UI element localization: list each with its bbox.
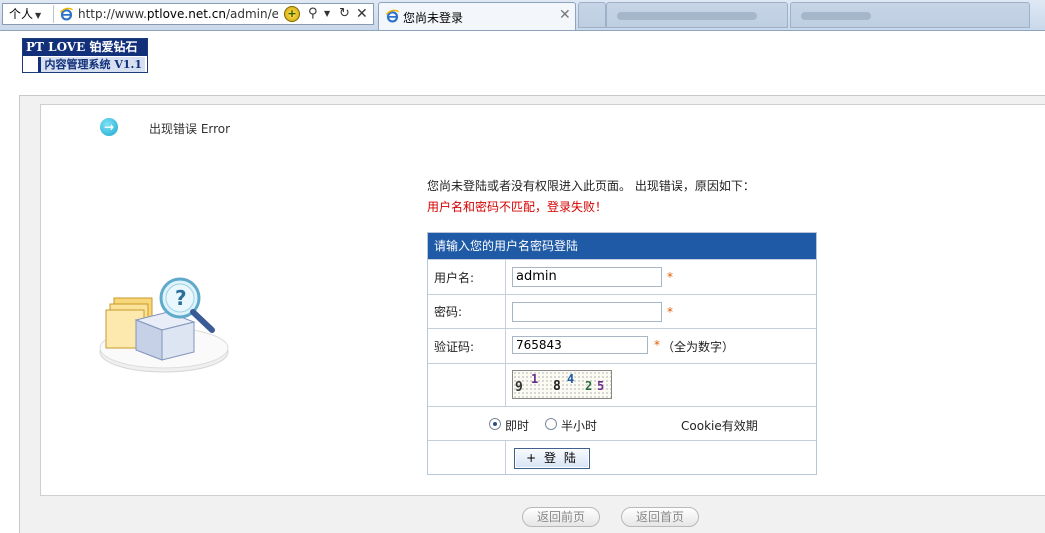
addon-icon[interactable]: + [284,6,300,22]
required-mark: * [654,338,660,352]
tab-inactive[interactable] [578,2,606,28]
persona-menu[interactable]: 个人 ▼ [5,6,45,22]
tab-inactive[interactable] [790,2,1030,28]
chevron-down-icon: ▼ [35,11,42,20]
login-button[interactable]: + 登 陆 [514,448,590,469]
username-row: 用户名: admin * [428,259,816,294]
captcha-digit: 8 [553,379,561,394]
captcha-image-label-cell [428,364,506,406]
tab-blurred-title [801,12,871,20]
tab-blurred-title [617,12,757,20]
captcha-digit: 5 [597,379,605,393]
site-logo: PT LOVE 铂爱钻石 内容管理系统 V1.1 [22,38,148,73]
arrow-right-icon: → [100,118,118,136]
captcha-row: 验证码: 765843 * （全为数字） [428,328,816,363]
error-reason: 用户名和密码不匹配，登录失败！ [427,200,608,214]
address-separator [53,5,54,23]
tab-active[interactable]: 您尚未登录 ✕ [378,2,576,30]
back-button[interactable]: 返回前页 [522,507,600,527]
password-label: 密码: [428,295,506,328]
radio-now-label: 即时 [505,419,530,433]
captcha-hint: （全为数字） [662,340,735,354]
refresh-icon[interactable]: ↻ [339,5,350,23]
login-header: 请输入您的用户名密码登陆 [428,233,816,259]
url-text[interactable]: http://www.ptlove.net.cn/admin/err [78,6,278,22]
captcha-input[interactable]: 765843 [512,336,648,354]
home-button[interactable]: 返回首页 [621,507,699,527]
captcha-digit: 4 [567,372,575,386]
tab-title: 您尚未登录 [403,11,464,25]
logo-line-1: PT LOVE 铂爱钻石 [23,39,147,56]
captcha-digit: 1 [531,372,539,386]
captcha-image-row: 9 1 8 4 2 5 [428,363,816,406]
cookie-expiry-label: Cookie有效期 [681,419,758,433]
address-bar[interactable]: 个人▼ http://www.ptlove.net.cn/admin/err +… [2,3,374,25]
required-mark: * [667,270,673,284]
tab-inactive[interactable] [606,2,788,28]
username-label: 用户名: [428,260,506,294]
captcha-digit: 2 [585,379,593,393]
error-message: 您尚未登陆或者没有权限进入此页面。 出现错误，原因如下： [427,179,755,193]
persona-label: 个人 [9,7,34,21]
logo-line-2: 内容管理系统 V1.1 [38,57,145,72]
question-box-illustration-icon: ? [99,277,229,373]
radio-now[interactable] [489,418,501,430]
svg-text:?: ? [175,286,187,310]
radio-half-hour[interactable] [545,418,557,430]
captcha-label: 验证码: [428,329,506,363]
captcha-image[interactable]: 9 1 8 4 2 5 [512,370,612,399]
close-icon[interactable]: ✕ [559,7,571,23]
required-mark: * [667,305,673,319]
tab-ie-icon [385,9,399,23]
submit-row: + 登 陆 [428,440,816,474]
search-dropdown-icon[interactable]: ▼ [324,5,330,23]
login-form: 请输入您的用户名密码登陆 用户名: admin * 密码: * 验证码: 765… [427,232,817,475]
stop-icon[interactable]: ✕ [356,5,368,23]
browser-toolbar: 个人▼ http://www.ptlove.net.cn/admin/err +… [0,0,1045,31]
password-row: 密码: * [428,294,816,328]
search-icon[interactable]: ⚲ [308,5,318,23]
url-prefix: http://www. [78,7,147,21]
username-input[interactable]: admin [512,267,662,287]
url-path: /admin/err [225,7,278,21]
radio-half-hour-label: 半小时 [561,419,598,433]
ie-page-icon [59,7,73,21]
cookie-row: 即时 半小时 Cookie有效期 [428,406,816,440]
submit-label-cell [428,441,506,474]
password-input[interactable] [512,302,662,322]
url-host: ptlove.net.cn [146,7,226,21]
error-title: 出现错误 Error [149,122,231,136]
captcha-digit: 9 [515,380,523,395]
